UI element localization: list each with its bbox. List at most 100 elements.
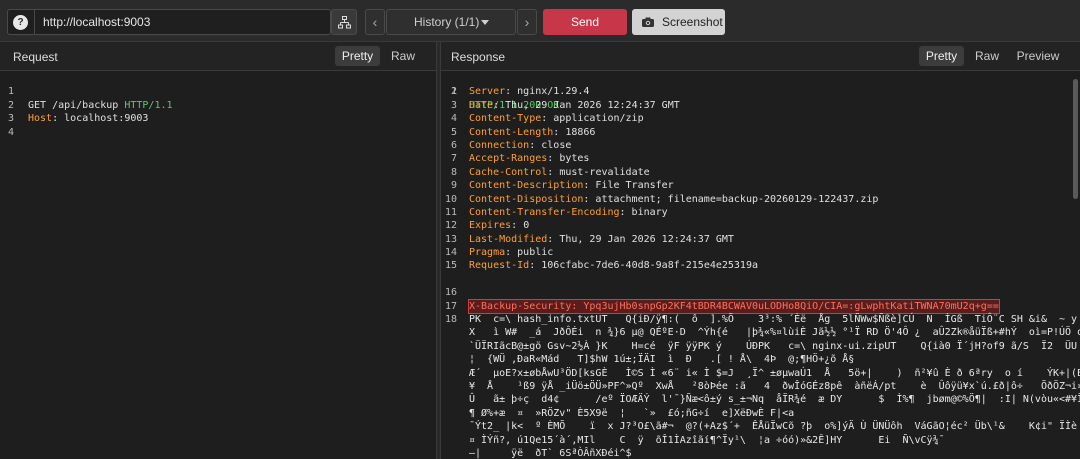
- response-header-line: Server: nginx/1.29.4: [469, 85, 589, 98]
- header-value: : 0: [511, 220, 530, 232]
- line-number: 7: [450, 153, 457, 165]
- binary-line: Æ´ µoE?x±øbÅwU³ÖD[ksGÈ Ì©S Ì «6¨ i« Ì $=…: [441, 367, 1080, 380]
- request-editor[interactable]: 1 GET /api/backup HTTP/1.1 2 Host: local…: [0, 72, 436, 459]
- response-line: 18: [441, 300, 1080, 325]
- header-value: : binary: [619, 206, 668, 218]
- header-key: Pragma: [469, 247, 506, 259]
- binary-text: ¯Ýt2_ |k< º ÈMÕ ï x J?³O£\ã#¬ @?(+Az$´+ …: [469, 421, 1080, 433]
- binary-text: ¶ Ø%+æ ¤ »RÖZv" È5X9ë ¦ `» £ó;ñG÷í e]XëÐ…: [469, 407, 795, 419]
- request-tab-pretty[interactable]: Pretty: [335, 46, 380, 66]
- line-number: 5: [450, 126, 457, 138]
- response-header-line: Content-Disposition: attachment; filenam…: [469, 193, 878, 206]
- response-panel: Response Pretty Raw Preview 1 HTTP/1.1 2…: [440, 42, 1080, 459]
- header-key: Expires: [469, 220, 512, 232]
- header-key: Content-Transfer-Encoding: [469, 206, 620, 218]
- header-value: : must-revalidate: [547, 166, 650, 178]
- binary-text: –| ÿë ðT` 6SªÒÂñXÐéi^$: [469, 447, 632, 459]
- binary-line: X ì W# _á JðÔÉi n ¾}6 µ@ QÉºE·D ^Ýh{é |þ…: [441, 326, 1080, 339]
- chevron-left-icon: ‹: [372, 14, 378, 30]
- response-line: 14 Pragma: public: [441, 246, 1080, 259]
- header-value: : attachment; filename=backup-20260129-1…: [583, 193, 879, 205]
- response-header-line: Content-Description: File Transfer: [469, 179, 674, 192]
- history-next-button[interactable]: ›: [517, 9, 537, 35]
- binary-text: Û ã± þ÷ç d4¢ /eº ÏOÆÄÝ l'¯}Ñæ<ô±ý s_±¬Nq…: [469, 394, 1080, 406]
- header-key: Content-Length: [469, 126, 554, 138]
- request-header: Request Pretty Raw: [0, 42, 436, 71]
- line-number: 9: [450, 180, 457, 192]
- url-input[interactable]: [43, 10, 333, 34]
- request-line: 1 GET /api/backup HTTP/1.1: [0, 72, 436, 110]
- binary-text: Æ´ µoE?x±øbÅwU³ÖD[ksGÈ Ì©S Ì «6¨ i« Ì $=…: [469, 367, 1080, 379]
- response-header-line: Content-Length: 18866: [469, 126, 595, 139]
- request-line: 3: [0, 99, 436, 124]
- toolbar: ? ‹ History (1/1) › Send Screenshot: [0, 0, 1080, 42]
- url-bar[interactable]: ?: [7, 9, 333, 35]
- header-value: : application/zip: [541, 113, 644, 125]
- header-value: : close: [529, 139, 572, 151]
- camera-icon: [642, 17, 654, 27]
- sitemap-button[interactable]: [331, 9, 357, 35]
- header-key: Connection: [469, 139, 530, 151]
- response-line: 6 Connection: close: [441, 139, 1080, 152]
- header-key: Content-Type: [469, 113, 542, 125]
- binary-line: ¯Ýt2_ |k< º ÈMÕ ï x J?³O£\ã#¬ @?(+Az$´+ …: [441, 420, 1080, 433]
- binary-line: `ÜÏRIãcB@±gö Gsv~2½À }K H=cé ÿF ÿÿPK ý Ú…: [441, 340, 1080, 353]
- response-tab-preview[interactable]: Preview: [1010, 46, 1066, 66]
- line-number: 4: [7, 126, 14, 138]
- line-number: 3: [450, 99, 457, 111]
- header-key: Last-Modified: [469, 233, 548, 245]
- header-value: : public: [505, 247, 554, 259]
- response-line: 12 Expires: 0: [441, 219, 1080, 232]
- response-scrollbar[interactable]: [1073, 79, 1078, 199]
- history-prev-button[interactable]: ‹: [365, 9, 385, 35]
- response-tab-pretty[interactable]: Pretty: [919, 46, 964, 66]
- binary-line: ¶ Ø%+æ ¤ »RÖZv" È5X9ë ¦ `» £ó;ñG÷í e]XëÐ…: [441, 407, 1080, 420]
- response-line: 10 Content-Disposition: attachment; filen…: [441, 193, 1080, 206]
- binary-line: ¤ ÌÝñ?, ú1Qe15´à´,MIl C ÿ õÎ1ÌAzîãí¶^Ïy¹…: [441, 434, 1080, 447]
- response-header-line: Expires: 0: [469, 219, 529, 232]
- binary-line: Û ã± þ÷ç d4¢ /eº ÏOÆÄÝ l'¯}Ñæ<ô±ý s_±¬Nq…: [441, 393, 1080, 406]
- request-line: 2 Host: localhost:9003: [0, 85, 436, 124]
- header-key: Server: [469, 86, 506, 98]
- header-key: Cache-Control: [469, 166, 548, 178]
- line-number: 8: [450, 166, 457, 178]
- line-number: 14: [444, 247, 457, 259]
- history-dropdown[interactable]: History (1/1): [386, 9, 516, 35]
- response-line: 9 Content-Description: File Transfer: [441, 179, 1080, 192]
- header-key: Content-Description: [469, 180, 584, 192]
- response-header-line: Accept-Ranges: bytes: [469, 152, 589, 165]
- header-value: : File Transfer: [583, 180, 674, 192]
- header-key: Content-Disposition: [469, 193, 584, 205]
- response-header-line: Request-Id: 106cfabc-7de6-40d8-9a8f-215e…: [469, 259, 758, 272]
- response-tab-raw[interactable]: Raw: [968, 46, 1006, 66]
- binary-text: PK c=\ hash_info.txtUT Q{iÐ/ÿ¶:( ô ].%Õ …: [469, 314, 1080, 326]
- binary-text: X ì W# _á JðÔÉi n ¾}6 µ@ QÉºE·D ^Ýh{é |þ…: [469, 327, 1080, 339]
- header-key: Accept-Ranges: [469, 153, 548, 165]
- line-number: 2: [450, 86, 457, 98]
- response-line: 17: [441, 286, 1080, 312]
- binary-text: ¥ Å ¹ß9 ÿÅ _iÜö±ÖÜ»PF^»Qº XwÅ ²8òÞée :ã …: [469, 380, 1080, 392]
- header-value: : 106cfabc-7de6-40d8-9a8f-215e4e25319a: [529, 260, 758, 272]
- header-value: : Thu, 29 Jan 2026 12:24:37 GMT: [493, 99, 680, 111]
- help-icon[interactable]: ?: [13, 15, 28, 30]
- header-value: : nginx/1.29.4: [505, 86, 590, 98]
- response-line: 7 Accept-Ranges: bytes: [441, 152, 1080, 165]
- line-number: 12: [444, 220, 457, 232]
- response-title: Response: [451, 50, 506, 64]
- response-header-line: Content-Type: application/zip: [469, 112, 644, 125]
- response-header-line: Content-Transfer-Encoding: binary: [469, 206, 668, 219]
- response-line: 5 Content-Length: 18866: [441, 126, 1080, 139]
- send-button[interactable]: Send: [543, 9, 627, 35]
- history-dropdown-icon: [481, 20, 489, 25]
- header-value: : 18866: [553, 126, 596, 138]
- request-tab-raw[interactable]: Raw: [384, 46, 422, 66]
- header-value: : bytes: [547, 153, 590, 165]
- response-editor[interactable]: 1 HTTP/1.1 200 OK 2 Server: nginx/1.29.4 3…: [441, 72, 1080, 459]
- line-number: 13: [444, 233, 457, 245]
- response-line: 16 X-Backup-Security: Ypq3ujHb0snpGp2KF4…: [441, 273, 1080, 315]
- binary-line: –| ÿë ðT` 6SªÒÂñXÐéi^$: [441, 447, 1080, 459]
- history-label: History (1/1): [414, 15, 480, 29]
- screenshot-button[interactable]: Screenshot: [632, 9, 725, 35]
- response-line: 15 Request-Id: 106cfabc-7de6-40d8-9a8f-21…: [441, 259, 1080, 272]
- chevron-right-icon: ›: [524, 14, 530, 30]
